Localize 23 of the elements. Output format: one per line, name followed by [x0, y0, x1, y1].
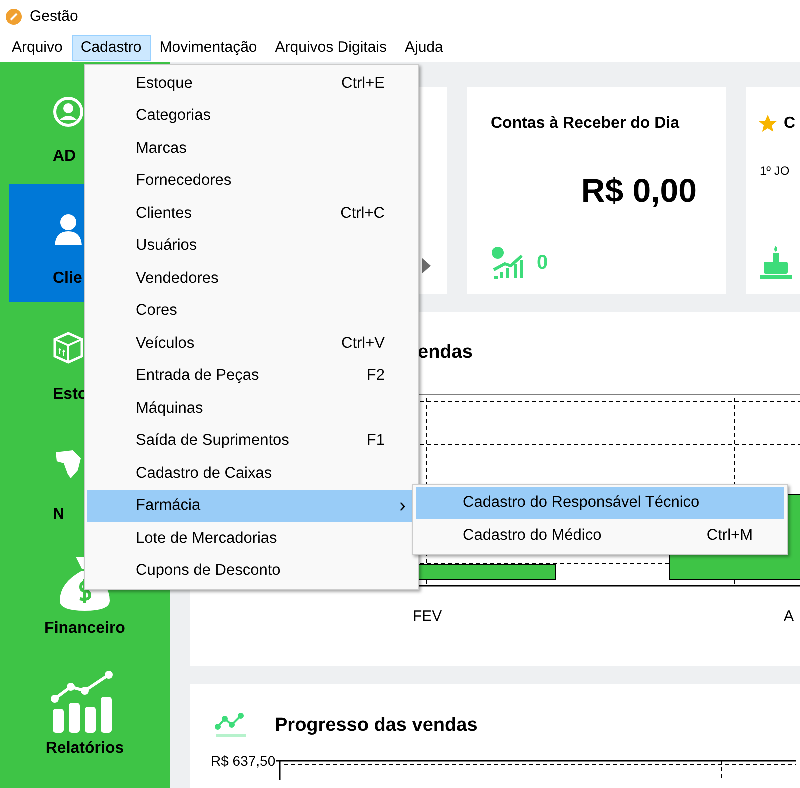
card-text: 1º JO [760, 163, 791, 180]
axis-label: R$ 637,50 [211, 752, 276, 768]
shortcut-label: Ctrl+C [340, 204, 385, 224]
card-count: 0 [537, 251, 548, 276]
axis-label: FEV [413, 607, 442, 627]
sidebar-label: Relatórios [46, 739, 124, 759]
card-title: C [784, 114, 796, 134]
sidebar-label: Financeiro [44, 619, 126, 639]
axis-label: A [784, 607, 794, 627]
shortcut-label: Ctrl+V [342, 334, 385, 354]
sidebar-label: N [53, 505, 65, 525]
shortcut-label: Ctrl+M [706, 526, 753, 546]
shortcut-label: Ctrl+E [342, 74, 385, 94]
sidebar-label: AD [53, 147, 76, 167]
sidebar-label: Clie [53, 269, 82, 289]
card-title: Contas à Receber do Dia [491, 114, 681, 134]
submenu-arrow: › [399, 496, 406, 516]
chart-title: Progresso das vendas [275, 714, 478, 738]
window-title: Gestão [30, 6, 78, 27]
card-value: R$ 0,00 [581, 171, 697, 211]
chart-title: endas [418, 341, 474, 365]
shortcut-label: F1 [366, 431, 385, 452]
shortcut-label: F2 [366, 366, 385, 386]
